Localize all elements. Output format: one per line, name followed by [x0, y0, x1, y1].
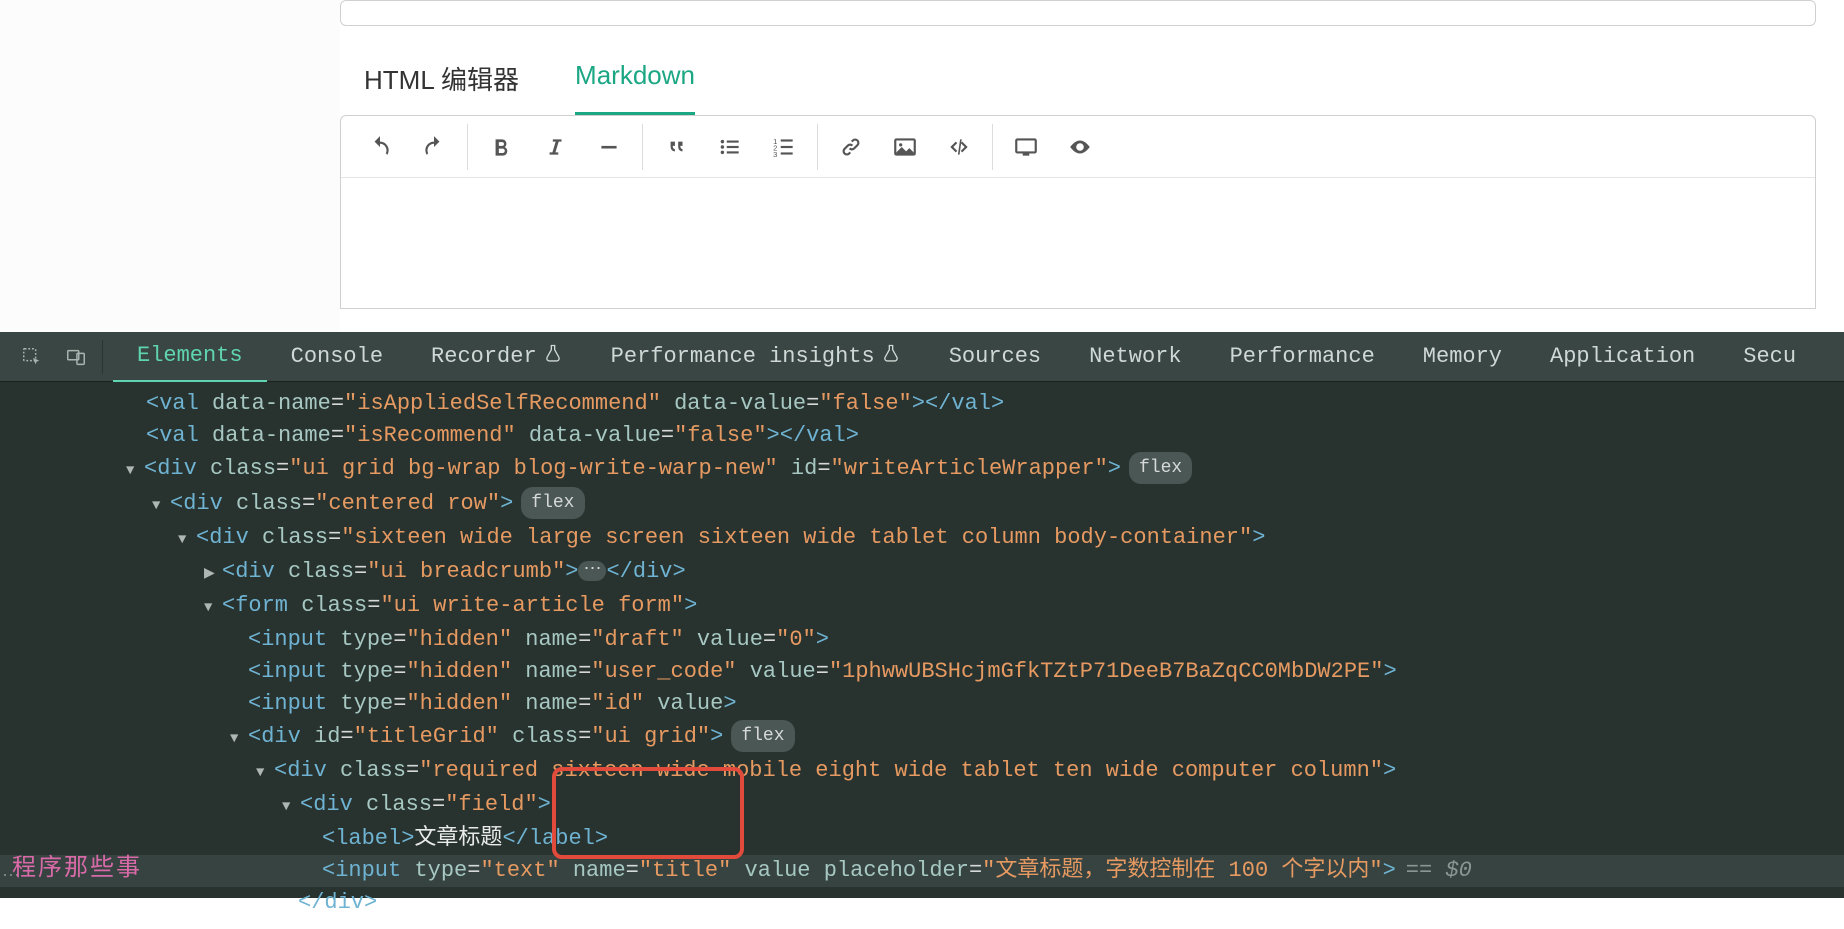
devtools-tab-sources[interactable]: Sources — [925, 332, 1065, 382]
toolbar-separator — [992, 124, 993, 170]
link-button[interactable] — [824, 121, 878, 173]
tab-html-editor[interactable]: HTML 编辑器 — [364, 50, 519, 115]
dom-line[interactable]: <input type="hidden" name="id" value> — [0, 688, 1844, 720]
dom-line[interactable]: <div id="titleGrid" class="ui grid">flex — [0, 720, 1844, 755]
dom-line[interactable]: <div class="ui grid bg-wrap blog-write-w… — [0, 452, 1844, 487]
devtools-tab-memory[interactable]: Memory — [1399, 332, 1526, 382]
devtools-tab-console[interactable]: Console — [267, 332, 407, 382]
dom-line[interactable]: <div class="required sixteen wide mobile… — [0, 755, 1844, 789]
dom-line[interactable]: <div class="field"> — [0, 789, 1844, 823]
devtools-tab-performance[interactable]: Performance — [1206, 332, 1399, 382]
devtools-tab-bar: Elements Console Recorder Performance in… — [0, 332, 1844, 382]
devtools-tab-security[interactable]: Secu — [1719, 332, 1820, 382]
watermark-text: 程序那些事 — [12, 847, 142, 882]
toolbar-separator — [467, 124, 468, 170]
page-editor-region: HTML 编辑器 Markdown 123 — [0, 0, 1844, 332]
devtools-panel: Elements Console Recorder Performance in… — [0, 332, 1844, 898]
italic-button[interactable] — [528, 121, 582, 173]
dom-line[interactable]: <input type="hidden" name="draft" value=… — [0, 624, 1844, 656]
editor-tabs: HTML 编辑器 Markdown — [340, 50, 1816, 115]
quote-button[interactable] — [649, 121, 703, 173]
expand-arrow-icon[interactable] — [178, 522, 192, 556]
devtools-tab-recorder[interactable]: Recorder — [407, 332, 587, 382]
strikethrough-button[interactable] — [582, 121, 636, 173]
tab-markdown[interactable]: Markdown — [575, 50, 695, 115]
expand-arrow-icon[interactable] — [204, 556, 218, 590]
redo-button[interactable] — [407, 121, 461, 173]
bold-button[interactable] — [474, 121, 528, 173]
expand-arrow-icon[interactable] — [256, 755, 270, 789]
undo-button[interactable] — [353, 121, 407, 173]
flask-icon — [543, 343, 563, 370]
code-button[interactable] — [932, 121, 986, 173]
ellipsis-badge[interactable]: ⋯ — [578, 561, 606, 581]
devtools-tab-perf-insights[interactable]: Performance insights — [587, 332, 925, 382]
toolbar-separator — [817, 124, 818, 170]
ordered-list-button[interactable]: 123 — [757, 121, 811, 173]
devtools-tab-elements[interactable]: Elements — [113, 332, 267, 382]
dom-line[interactable]: <div class="ui breadcrumb">⋯</div> — [0, 556, 1844, 590]
editor-toolbar-container: 123 — [340, 115, 1816, 309]
devtools-separator — [102, 340, 103, 374]
devtools-tab-network[interactable]: Network — [1065, 332, 1205, 382]
image-button[interactable] — [878, 121, 932, 173]
editor-toolbar: 123 — [341, 116, 1815, 178]
dom-line[interactable]: <label>文章标题</label> — [0, 823, 1844, 855]
dom-line[interactable]: <input type="hidden" name="user_code" va… — [0, 656, 1844, 688]
svg-text:3: 3 — [773, 149, 777, 158]
device-toolbar-icon[interactable] — [54, 337, 98, 377]
dom-line[interactable]: <form class="ui write-article form"> — [0, 590, 1844, 624]
dom-line[interactable]: </div> — [0, 887, 1844, 919]
expand-arrow-icon[interactable] — [126, 453, 140, 487]
editor-column: HTML 编辑器 Markdown 123 — [340, 0, 1816, 309]
preview-eye-button[interactable] — [1053, 121, 1107, 173]
dom-line-selected[interactable]: ⋯<input type="text" name="title" value p… — [0, 855, 1844, 887]
unordered-list-button[interactable] — [703, 121, 757, 173]
selected-node-marker: == $0 — [1406, 858, 1472, 883]
dom-tree[interactable]: <val data-name="isAppliedSelfRecommend" … — [0, 382, 1844, 929]
dom-line[interactable]: <div class="centered row">flex — [0, 487, 1844, 522]
toolbar-separator — [642, 124, 643, 170]
dom-line[interactable]: <val data-name="isAppliedSelfRecommend" … — [0, 388, 1844, 420]
title-input-outline[interactable] — [340, 0, 1816, 26]
expand-arrow-icon[interactable] — [282, 789, 296, 823]
editor-content-area[interactable] — [341, 178, 1815, 308]
expand-arrow-icon[interactable] — [230, 721, 244, 755]
dom-line[interactable]: <div class="sixteen wide large screen si… — [0, 522, 1844, 556]
flex-badge[interactable]: flex — [521, 487, 584, 519]
inspect-element-icon[interactable] — [10, 337, 54, 377]
expand-arrow-icon[interactable] — [152, 488, 166, 522]
flask-icon — [881, 343, 901, 370]
flex-badge[interactable]: flex — [731, 720, 794, 752]
dom-line[interactable]: <val data-name="isRecommend" data-value=… — [0, 420, 1844, 452]
preview-desktop-button[interactable] — [999, 121, 1053, 173]
expand-arrow-icon[interactable] — [204, 590, 218, 624]
left-sidebar-placeholder — [0, 0, 340, 332]
flex-badge[interactable]: flex — [1129, 452, 1192, 484]
devtools-tab-application[interactable]: Application — [1526, 332, 1719, 382]
